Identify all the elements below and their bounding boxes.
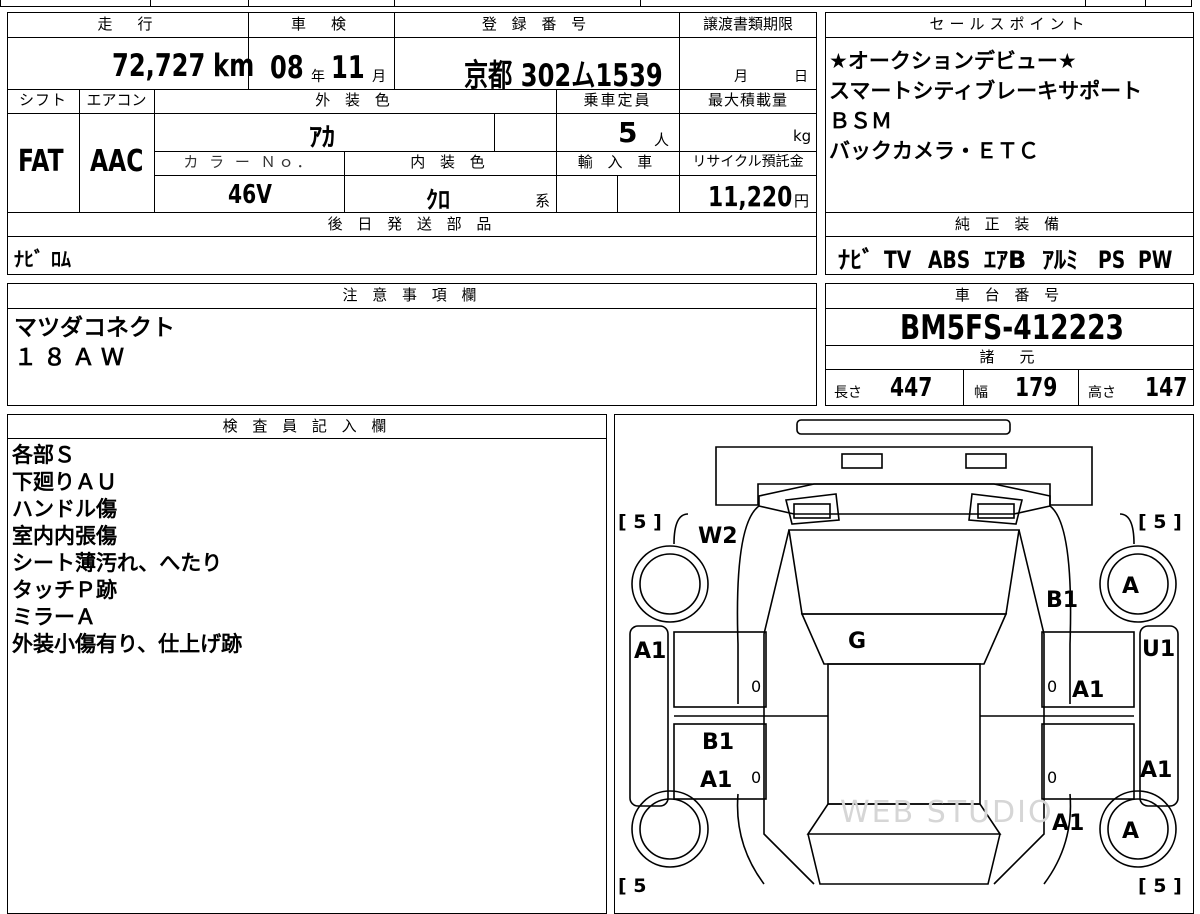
grade-w2: W2 [698,524,738,549]
registration-value: 京都 302ム1539 [464,58,663,94]
grade-b1-right-front: B1 [1046,588,1079,613]
notes-line: マツダコネクト [14,315,175,341]
capacity-value: 5 [618,116,638,149]
top-strip [0,0,1192,7]
interior-color-value: ｸﾛ [426,186,450,214]
chassis-value: BM5FS-412223 [900,308,1125,348]
color-no-label: カ ラ ー Ｎｏ． [183,153,315,171]
inspector-line: 室内内張傷 [12,524,117,548]
color-no-value: 46V [228,180,272,210]
tire-front-left-tread: [ 5 ] [618,511,662,533]
grade-a-wheel-front-right: A [1122,574,1140,599]
ac-value: AAC [90,144,144,179]
grade-a1-right-sill: A1 [1140,758,1173,783]
max-load-label: 最大積載量 [707,91,788,109]
inspector-lines: 各部Ｓ 下廻りＡＵ ハンドル傷 室内内張傷 シート薄汚れ、へたり タッチＰ跡 ミ… [12,442,242,658]
sales-point-line: ★オークションデビュー★ [829,49,1077,73]
import-label: 輸 入 車 [577,153,658,171]
width-label: 幅 [974,385,988,401]
height-value: 147 [1145,373,1188,403]
inspection-month: 11 [331,50,365,86]
watermark: WEB STUDIO [840,795,1054,830]
grade-g-roof: G [848,629,867,654]
later-parts-label: 後 日 発 送 部 品 [327,215,497,233]
grade-zero-right-rear-door: 0 [1047,768,1058,787]
inspector-line: 下廻りＡＵ [12,470,117,494]
sales-point-line: スマートシティブレーキサポート [829,79,1143,103]
width-value: 179 [1015,373,1058,403]
registration-label: 登 録 番 号 [481,15,592,33]
shift-label: シフト [18,91,67,109]
tire-rear-left-tread: [ 5 [618,875,647,897]
genuine-equipment-label: 純 正 装 備 [954,215,1065,233]
grade-zero-right-front-door: 0 [1047,677,1058,696]
interior-color-suffix: 系 [535,192,551,210]
shift-value: FAT [18,144,64,179]
capacity-label: 乗車定員 [583,91,652,109]
later-parts-value: ﾅﾋﾞ ﾛﾑ [14,247,71,271]
grade-a1-left-sill: A1 [634,639,667,664]
sales-point-line: ＢＳＭ [829,109,892,133]
tire-front-right-tread: [ 5 ] [1138,511,1182,533]
inspector-line: シート薄汚れ、へたり [12,551,223,575]
chassis-label: 車 台 番 号 [954,286,1065,304]
inspection-month-unit: 月 [372,69,386,85]
grade-zero-left-rear-door: 0 [751,768,762,787]
interior-color-label: 内 装 色 [410,153,490,171]
inspector-line: タッチＰ跡 [12,578,117,602]
capacity-unit: 人 [654,131,670,149]
inspector-line: ミラーＡ [12,605,96,629]
mileage-label: 走 行 [97,15,158,33]
transfer-day: 日 [794,69,808,85]
grade-a1-right-front-door: A1 [1072,678,1105,703]
max-load-unit: kg [793,127,812,145]
equipment-item: PS [1098,246,1126,274]
grade-b1-left-rear-door: B1 [702,730,735,755]
length-value: 447 [890,373,933,403]
notes-label: 注 意 事 項 欄 [342,286,482,304]
notes-lines: マツダコネクト １８ＡＷ [14,313,175,373]
equipment-item: TV [884,246,912,274]
dimensions-label: 諸 元 [979,348,1040,366]
transfer-deadline-label: 譲渡書類期限 [702,15,793,33]
exterior-color-value: ｱｶ [309,123,336,153]
recycle-label: リサイクル預託金 [692,154,804,170]
grade-zero-left-front-door: 0 [751,677,762,696]
mileage-unit: km [213,48,255,84]
inspector-line: 外装小傷有り、仕上げ跡 [12,632,243,656]
transfer-month: 月 [734,69,748,85]
equipment-item: ｴｱB [984,246,1027,274]
ac-label: エアコン [86,91,147,109]
recycle-unit: 円 [794,192,810,210]
inspection-label: 車 検 [290,15,351,33]
grade-a-wheel-rear-right: A [1122,819,1140,844]
inspection-year-unit: 年 [311,69,325,85]
sales-point-lines: ★オークションデビュー★ スマートシティブレーキサポート ＢＳＭ バックカメラ・… [829,46,1142,166]
genuine-equipment-items: ﾅﾋﾞ TV ABS ｴｱB ｱﾙﾐ PS PW [838,240,1188,275]
inspector-line: 各部Ｓ [12,443,75,467]
inspection-year: 08 [270,50,304,86]
grade-a1-right-rear: A1 [1052,811,1085,836]
equipment-item: ﾅﾋﾞ [838,246,874,274]
exterior-color-label: 外 装 色 [315,91,395,109]
equipment-item: PW [1138,246,1173,274]
notes-line: １８ＡＷ [14,345,130,371]
inspector-label: 検 査 員 記 入 欄 [222,417,392,435]
equipment-item: ｱﾙﾐ [1042,246,1078,274]
tire-rear-right-tread: [ 5 ] [1138,875,1182,897]
length-label: 長さ [834,385,862,401]
equipment-item: ABS [928,246,971,274]
sales-point-label: セールスポイント [929,15,1090,33]
height-label: 高さ [1088,385,1116,401]
sales-point-line: バックカメラ・ＥＴＣ [829,139,1039,163]
grade-u1-right-sill: U1 [1142,637,1176,662]
grade-a1-left-rear-door: A1 [700,768,733,793]
inspector-line: ハンドル傷 [12,497,117,521]
